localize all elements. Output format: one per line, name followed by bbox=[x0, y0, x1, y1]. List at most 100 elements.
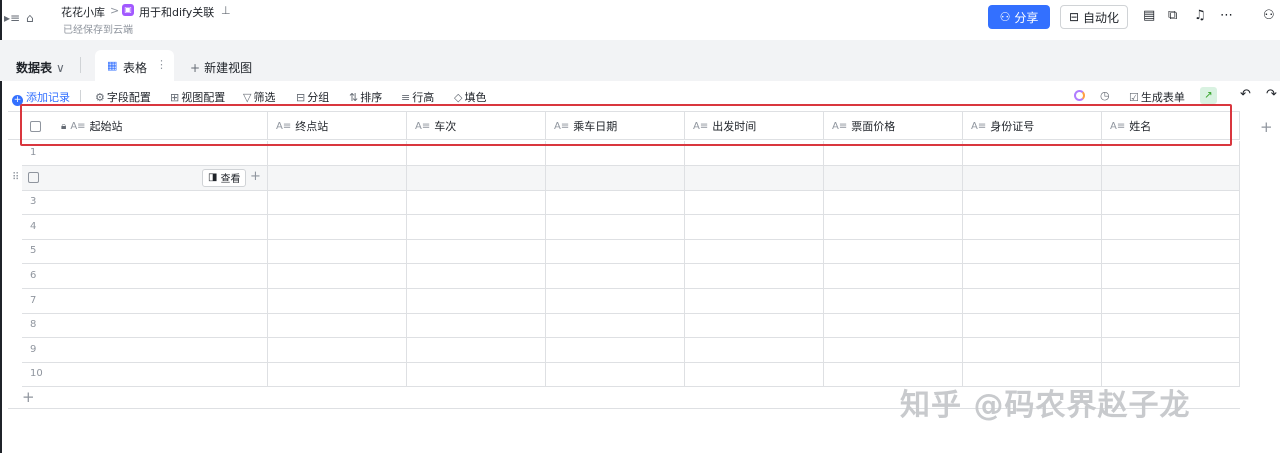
table-cell[interactable] bbox=[22, 288, 268, 313]
generate-form-button[interactable]: ☑ 生成表单 bbox=[1129, 89, 1185, 105]
table-cell[interactable] bbox=[685, 362, 824, 387]
tab-grid-view[interactable]: ▦ 表格 ⋮ bbox=[95, 50, 174, 82]
table-row[interactable]: 3 bbox=[22, 190, 1240, 216]
table-cell[interactable] bbox=[407, 214, 546, 239]
table-cell[interactable] bbox=[22, 264, 268, 288]
redo-icon[interactable]: ↷ bbox=[1266, 87, 1277, 102]
row-checkbox[interactable] bbox=[28, 171, 39, 183]
table-cell[interactable] bbox=[268, 337, 407, 362]
pin-icon[interactable]: ⊥ bbox=[221, 4, 231, 18]
table-cell[interactable] bbox=[546, 362, 685, 387]
table-cell[interactable] bbox=[22, 362, 268, 387]
expand-record-button[interactable]: ◨ 查看 bbox=[202, 168, 247, 187]
table-cell[interactable] bbox=[824, 214, 963, 239]
ai-assistant-icon[interactable] bbox=[1074, 90, 1085, 101]
table-cell[interactable] bbox=[407, 190, 546, 215]
table-cell[interactable] bbox=[546, 165, 685, 190]
table-row[interactable]: 9 bbox=[22, 337, 1240, 363]
view-config-button[interactable]: ⊞ 视图配置 bbox=[170, 89, 225, 105]
table-row[interactable]: 4 bbox=[22, 214, 1240, 240]
data-table-selector[interactable]: 数据表 ∨ bbox=[16, 59, 65, 76]
table-cell[interactable] bbox=[1102, 214, 1240, 239]
table-cell[interactable] bbox=[546, 337, 685, 362]
table-cell[interactable] bbox=[546, 313, 685, 338]
table-cell[interactable] bbox=[685, 239, 824, 264]
table-cell[interactable] bbox=[685, 313, 824, 338]
table-cell[interactable] bbox=[685, 190, 824, 215]
table-cell[interactable] bbox=[1102, 313, 1240, 338]
expand-sidebar-icon[interactable]: ▸≡ bbox=[4, 11, 20, 25]
table-cell[interactable] bbox=[268, 362, 407, 387]
table-cell[interactable] bbox=[824, 239, 963, 264]
table-cell[interactable] bbox=[22, 239, 268, 264]
base-name[interactable]: 用于和dify关联 bbox=[139, 4, 214, 20]
insert-row-icon[interactable]: + bbox=[250, 169, 261, 184]
table-cell[interactable] bbox=[963, 165, 1102, 190]
table-row[interactable]: 5 bbox=[22, 239, 1240, 265]
table-cell[interactable] bbox=[22, 313, 268, 338]
table-cell[interactable] bbox=[963, 337, 1102, 362]
table-cell[interactable] bbox=[824, 165, 963, 190]
table-cell[interactable] bbox=[963, 214, 1102, 239]
sort-button[interactable]: ⇅ 排序 bbox=[349, 89, 382, 105]
table-row[interactable]: 6 bbox=[22, 264, 1240, 289]
table-cell[interactable] bbox=[685, 288, 824, 313]
automation-button[interactable]: ⊟ 自动化 bbox=[1060, 5, 1128, 29]
table-cell[interactable] bbox=[268, 165, 407, 190]
table-cell[interactable] bbox=[685, 264, 824, 288]
row-height-button[interactable]: ≡ 行高 bbox=[401, 89, 434, 105]
group-button[interactable]: ⊟ 分组 bbox=[296, 89, 329, 105]
drag-handle-icon[interactable]: ⠿ bbox=[12, 172, 19, 183]
table-row[interactable]: ⠿ ◨ 查看 + bbox=[12, 165, 1240, 191]
table-cell[interactable] bbox=[963, 264, 1102, 288]
table-cell[interactable] bbox=[1102, 190, 1240, 215]
breadcrumb-root[interactable]: 花花小库 bbox=[61, 4, 105, 20]
table-cell[interactable] bbox=[268, 239, 407, 264]
bell-icon[interactable]: ♫ bbox=[1194, 9, 1206, 23]
table-cell[interactable] bbox=[22, 190, 268, 215]
table-cell[interactable] bbox=[824, 190, 963, 215]
table-cell[interactable] bbox=[963, 288, 1102, 313]
add-column-button[interactable]: + bbox=[1260, 118, 1273, 136]
table-row[interactable]: 7 bbox=[22, 288, 1240, 314]
more-icon[interactable]: ⋯ bbox=[1220, 9, 1233, 23]
share-view-icon[interactable]: ↗ bbox=[1200, 87, 1217, 104]
table-cell[interactable] bbox=[407, 313, 546, 338]
undo-icon[interactable]: ↶ bbox=[1240, 87, 1251, 102]
filter-button[interactable]: ▽ 筛选 bbox=[243, 89, 275, 105]
table-cell[interactable] bbox=[546, 288, 685, 313]
table-cell[interactable] bbox=[685, 214, 824, 239]
table-cell[interactable] bbox=[546, 239, 685, 264]
table-cell[interactable] bbox=[407, 165, 546, 190]
table-row[interactable]: 8 bbox=[22, 313, 1240, 339]
fill-color-button[interactable]: ◇ 填色 bbox=[454, 89, 486, 105]
field-config-button[interactable]: ⚙ 字段配置 bbox=[95, 89, 151, 105]
table-cell[interactable] bbox=[407, 362, 546, 387]
table-cell[interactable] bbox=[1102, 337, 1240, 362]
table-cell[interactable] bbox=[546, 190, 685, 215]
document-icon[interactable]: ▤ bbox=[1143, 9, 1155, 23]
table-cell[interactable] bbox=[824, 264, 963, 288]
table-cell[interactable] bbox=[1102, 288, 1240, 313]
table-cell[interactable] bbox=[546, 214, 685, 239]
table-cell[interactable] bbox=[268, 313, 407, 338]
table-cell[interactable] bbox=[963, 190, 1102, 215]
table-cell[interactable] bbox=[268, 264, 407, 288]
table-cell[interactable] bbox=[1102, 239, 1240, 264]
table-cell[interactable] bbox=[824, 288, 963, 313]
home-icon[interactable]: ⌂ bbox=[26, 11, 34, 25]
table-cell[interactable] bbox=[824, 313, 963, 338]
table-cell[interactable] bbox=[685, 337, 824, 362]
table-cell[interactable] bbox=[22, 337, 268, 362]
table-cell[interactable] bbox=[22, 214, 268, 239]
tab-more-icon[interactable]: ⋮ bbox=[156, 58, 167, 71]
table-cell[interactable] bbox=[546, 264, 685, 288]
table-cell[interactable] bbox=[268, 214, 407, 239]
table-cell[interactable] bbox=[268, 288, 407, 313]
table-cell[interactable] bbox=[268, 190, 407, 215]
plugin-icon[interactable]: ⧉ bbox=[1168, 9, 1177, 23]
history-button[interactable]: ◷ bbox=[1100, 89, 1112, 102]
table-cell[interactable] bbox=[407, 264, 546, 288]
table-cell[interactable] bbox=[963, 239, 1102, 264]
table-cell[interactable] bbox=[1102, 165, 1240, 190]
